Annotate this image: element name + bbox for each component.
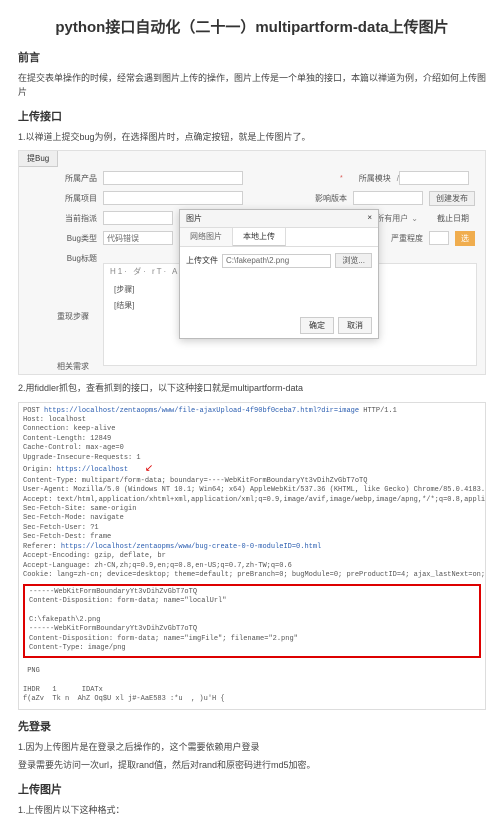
bugtype-label: Bug类型 — [49, 233, 97, 244]
tab-local-upload[interactable]: 本地上传 — [233, 228, 286, 246]
upload-image-text: 1.上传图片以下这种格式： — [18, 803, 486, 817]
create-release-button[interactable]: 创建发布 — [429, 191, 475, 206]
section-preface: 前言 — [18, 49, 486, 65]
bug-tab: 提Bug — [19, 151, 58, 167]
step-placeholder-1: [步骤] — [114, 284, 134, 295]
assign-field[interactable] — [103, 211, 173, 225]
cancel-button[interactable]: 取消 — [338, 317, 372, 334]
step-placeholder-2: [结果] — [114, 300, 134, 311]
fiddler-text: 2.用fiddler抓包，查看抓到的接口，以下这种接口就是multipartfo… — [18, 381, 486, 395]
deadline-label: 截止日期 — [421, 213, 469, 224]
fiddler-capture: POST https://localhost/zentaopms/www/fil… — [18, 402, 486, 710]
image-dialog: 图片 × 网络图片 本地上传 上传文件 C:\fakepath\2.png 浏览… — [179, 209, 379, 339]
module-field[interactable] — [399, 171, 469, 185]
bugtype-field[interactable]: 代码错误 — [103, 231, 173, 245]
version-label: 影响版本 — [299, 193, 347, 204]
multipart-body-highlight: ------WebKitFormBoundaryYt3vDihZvGbT7oTQ… — [23, 584, 481, 658]
product-field[interactable] — [103, 171, 243, 185]
version-field[interactable] — [353, 191, 423, 205]
page-title: python接口自动化（二十一）multipartform-data上传图片 — [18, 16, 486, 37]
product-label: 所属产品 — [49, 173, 97, 184]
req-label: 相关需求 — [57, 361, 89, 372]
severity-label: 严重程度 — [375, 233, 423, 244]
upload-api-text: 1.以禅道上提交bug为例，在选择图片时，点确定按钮，就是上传图片了。 — [18, 130, 486, 144]
browse-button[interactable]: 浏览... — [335, 253, 372, 268]
close-icon[interactable]: × — [367, 213, 372, 224]
section-upload-api: 上传接口 — [18, 108, 486, 124]
upload-file-label: 上传文件 — [186, 255, 218, 266]
login-text-2: 登录需要先访问一次url，提取rand值，然后对rand和原密码进行md5加密。 — [18, 758, 486, 772]
assign-label: 当前指派 — [49, 213, 97, 224]
preface-text: 在提交表单操作的时候，经常会遇到图片上传的操作，图片上传是一个单独的接口，本篇以… — [18, 71, 486, 100]
file-path-input[interactable]: C:\fakepath\2.png — [222, 254, 331, 268]
project-field[interactable] — [103, 191, 243, 205]
section-upload-image: 上传图片 — [18, 781, 486, 797]
project-label: 所属项目 — [49, 193, 97, 204]
severity-field[interactable] — [429, 231, 449, 245]
bugtitle-label: Bug标题 — [49, 253, 97, 264]
section-login: 先登录 — [18, 718, 486, 734]
tab-network-image[interactable]: 网络图片 — [180, 228, 233, 246]
module-label: 所属模块 — [343, 173, 391, 184]
ok-button[interactable]: 确定 — [300, 317, 334, 334]
steps-label: 重现步骤 — [57, 311, 89, 322]
bug-form-screenshot: 提Bug 所属产品 * 所属模块 / 所属项目 影响版本 创建发布 当前指派 加… — [18, 150, 486, 375]
login-text-1: 1.因为上传图片是在登录之后操作的，这个需要依赖用户登录 — [18, 740, 486, 754]
dialog-title-text: 图片 — [186, 213, 202, 224]
arrow-icon: ↙ — [145, 464, 153, 475]
select-button[interactable]: 选 — [455, 231, 475, 246]
